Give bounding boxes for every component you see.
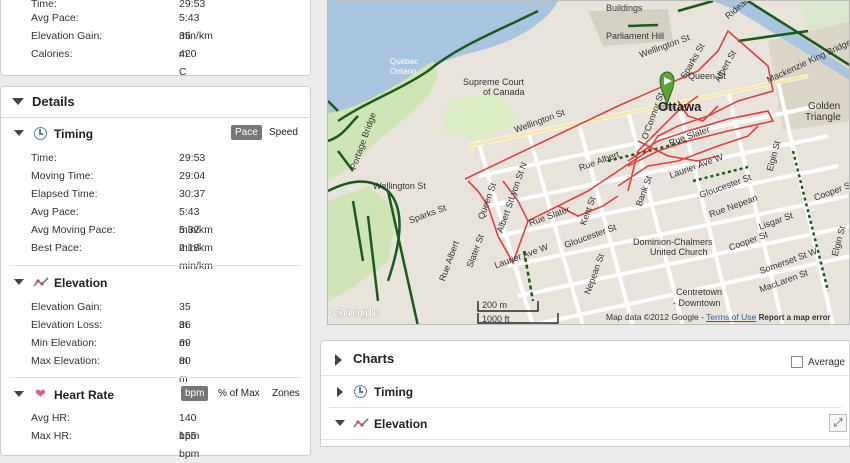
timing-chart-expand-toggle[interactable] (337, 387, 343, 397)
heart-icon: ❤ (35, 386, 46, 401)
clock-icon (34, 127, 47, 140)
zones-toggle-button[interactable]: Zones (272, 386, 300, 401)
heart-rate-collapse-toggle[interactable] (14, 391, 24, 397)
bpm-toggle-button[interactable]: bpm (181, 386, 209, 401)
heart-rate-row: Max HR: 155 bpm (31, 427, 199, 460)
elevation-row-label: Elevation Gain: (31, 301, 103, 313)
elevation-chart-title: Elevation (374, 417, 428, 431)
charts-divider (321, 439, 849, 440)
details-divider (1, 117, 310, 118)
charts-divider (329, 407, 841, 408)
timing-title: Timing (54, 127, 94, 141)
elevation-divider (9, 377, 302, 378)
map-label: Triangle (805, 112, 841, 123)
details-collapse-toggle[interactable] (12, 98, 24, 105)
elevation-row-label: Max Elevation: (31, 355, 100, 367)
timing-row-label: Avg Moving Pace: (31, 224, 116, 236)
heart-rate-row: Avg HR: 140 bpm (31, 409, 199, 442)
timing-row-label: Moving Time: (31, 170, 94, 182)
scale-meters-label: 200 m (482, 300, 508, 310)
summary-avg-pace-row: Avg Pace: 5:43 min/km (31, 9, 213, 42)
timing-row-label: Best Pace: (31, 242, 82, 254)
map-label: Wellington St (373, 181, 426, 191)
clock-icon (354, 385, 367, 398)
elevation-row-label: Min Elevation: (31, 337, 97, 349)
map-label: Dominion-Chalmers (633, 237, 713, 247)
map-label: Québec (390, 57, 419, 66)
timing-row-value: 2:18 min/km (179, 242, 213, 272)
report-map-error-link[interactable]: Report a map error (759, 313, 831, 322)
elevation-icon (353, 418, 369, 428)
map-label: Ottawa (658, 99, 702, 114)
heart-rate-row-label: Avg HR: (31, 412, 70, 424)
elevation-row: Max Elevation: 80 m (31, 352, 191, 385)
elevation-collapse-toggle[interactable] (14, 279, 24, 285)
charts-panel: Charts Average Timing Elevation ⤢ (320, 340, 850, 447)
terms-of-use-link[interactable]: Terms of Use (706, 312, 756, 322)
map-label: Centretown (676, 287, 723, 297)
details-panel: Details Timing Pace Speed Time: 29:53 Mov… (0, 86, 311, 460)
timing-chart-title: Timing (374, 385, 414, 399)
heart-rate-row-value: 155 bpm (179, 430, 200, 460)
google-logo: Google (332, 304, 381, 320)
charts-expand-toggle[interactable] (335, 354, 342, 366)
map-label: of Canada (483, 87, 525, 97)
summary-elev-gain-label: Elevation Gain: (31, 30, 103, 42)
timing-row: Avg Moving Pace: 5:32 min/km (31, 221, 213, 254)
summary-panel: Time: 29:53 Avg Pace: 5:43 min/km Elevat… (0, 0, 311, 78)
route-map[interactable]: Buildings Parliament Hill Québec Ontario… (327, 0, 850, 325)
pace-toggle-button[interactable]: Pace (231, 125, 262, 140)
average-checkbox[interactable] (791, 356, 803, 368)
timing-divider (9, 265, 302, 266)
scale-feet-label: 1000 ft (482, 314, 510, 324)
elevation-row: Elevation Loss: 36 m (31, 316, 191, 349)
timing-collapse-toggle[interactable] (14, 130, 24, 136)
details-title: Details (32, 94, 75, 109)
speed-toggle-button[interactable]: Speed (269, 125, 298, 140)
timing-row-label: Elapsed Time: (31, 188, 98, 200)
elevation-row: Elevation Gain: 35 m (31, 298, 191, 331)
timing-row-label: Time: (31, 152, 57, 164)
map-label: Golden (808, 101, 841, 112)
map-label: Buildings (606, 3, 643, 13)
elevation-title: Elevation (54, 276, 108, 290)
map-label: Ontario (390, 67, 417, 76)
timing-row-value: 30:37 (179, 188, 206, 200)
timing-row: Moving Time: 29:04 (31, 167, 205, 185)
map-data-label: Map data ©2012 Google - (606, 312, 704, 322)
average-label: Average (808, 357, 846, 368)
elevation-row-label: Elevation Loss: (31, 319, 103, 331)
timing-row: Time: 29:53 (31, 149, 205, 167)
elevation-row-value: 80 m (179, 355, 191, 385)
heart-rate-row-label: Max HR: (31, 430, 72, 442)
map-attribution: Map data ©2012 Google - Terms of Use Rep… (606, 312, 831, 322)
expand-chart-icon[interactable]: ⤢ (829, 414, 847, 432)
charts-divider (321, 375, 849, 376)
elevation-chart-collapse-toggle[interactable] (335, 420, 345, 426)
timing-row-value: 29:04 (179, 170, 206, 182)
map-label: - Downtown (673, 298, 721, 308)
summary-calories-label: Calories: (31, 48, 73, 60)
summary-elev-gain-row: Elevation Gain: 35 m (31, 27, 191, 60)
map-label: United Church (650, 247, 708, 257)
timing-row: Avg Pace: 5:43 min/km (31, 203, 213, 236)
elevation-icon (33, 277, 49, 287)
map-label: Supreme Court (463, 77, 525, 87)
heart-rate-title: Heart Rate (54, 388, 115, 402)
map-label: Parliament Hill (606, 31, 665, 41)
left-column: Time: 29:53 Avg Pace: 5:43 min/km Elevat… (0, 0, 312, 460)
summary-calories-row: Calories: 420 C (31, 45, 197, 78)
timing-row-label: Avg Pace: (31, 206, 79, 218)
summary-calories-value: 420 C (179, 48, 197, 78)
timing-row: Elapsed Time: 30:37 (31, 185, 205, 203)
summary-avg-pace-label: Avg Pace: (31, 12, 79, 24)
percent-max-toggle-button[interactable]: % of Max (218, 386, 260, 401)
timing-row-value: 29:53 (179, 152, 206, 164)
charts-title: Charts (353, 351, 395, 366)
timing-row: Best Pace: 2:18 min/km (31, 239, 213, 272)
elevation-row: Min Elevation: 69 m (31, 334, 191, 367)
